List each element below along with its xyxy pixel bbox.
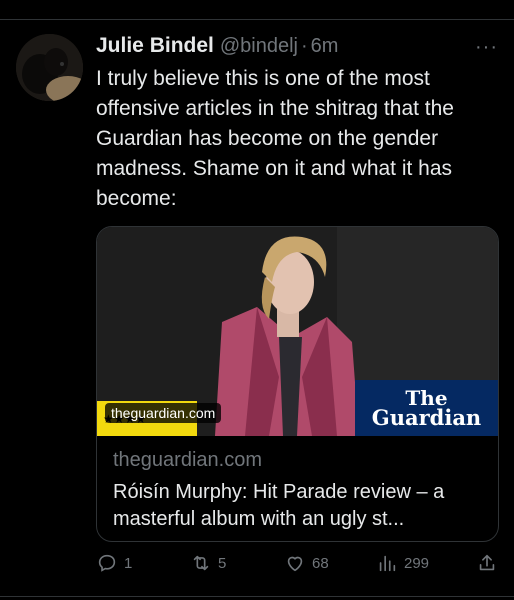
avatar[interactable]	[16, 34, 83, 101]
reply-icon	[98, 554, 116, 572]
share-icon	[479, 554, 495, 571]
like-count: 68	[312, 554, 329, 572]
author-name[interactable]: Julie Bindel	[96, 34, 214, 58]
separator-dot: ·	[300, 35, 308, 57]
tweet-actions-bar: 1 5 68 299	[96, 552, 501, 582]
tweet-timestamp[interactable]: 6m	[311, 35, 339, 58]
dog-photo	[16, 34, 83, 101]
author-handle[interactable]: @bindelj	[220, 35, 298, 58]
link-preview-card[interactable]: ★★★★ theguardian.com The Guardian thegua…	[96, 226, 499, 542]
tweet-text: I truly believe this is one of the most …	[96, 67, 454, 210]
bottom-divider	[0, 596, 514, 597]
heart-icon	[287, 556, 303, 572]
retweet-count: 5	[218, 554, 227, 572]
more-options-icon[interactable]: ···	[475, 36, 498, 59]
card-title[interactable]: Róisín Murphy: Hit Parade review – a mas…	[113, 479, 485, 533]
card-image-domain-label: theguardian.com	[105, 403, 222, 423]
guardian-logo: The Guardian	[355, 380, 498, 436]
like-button[interactable]: 68	[284, 552, 329, 574]
reply-count: 1	[124, 554, 133, 572]
retweet-icon	[193, 555, 209, 571]
views-button[interactable]: 299	[376, 552, 429, 574]
reply-button[interactable]: 1	[96, 552, 132, 574]
tweet-header: Julie Bindel @bindelj · 6m	[96, 34, 338, 58]
retweet-button[interactable]: 5	[190, 552, 226, 574]
logo-line-2: Guardian	[371, 405, 482, 430]
card-domain: theguardian.com	[113, 449, 262, 471]
views-icon	[379, 555, 396, 572]
views-count: 299	[404, 554, 430, 572]
top-divider	[0, 19, 514, 20]
share-button[interactable]	[476, 552, 498, 574]
